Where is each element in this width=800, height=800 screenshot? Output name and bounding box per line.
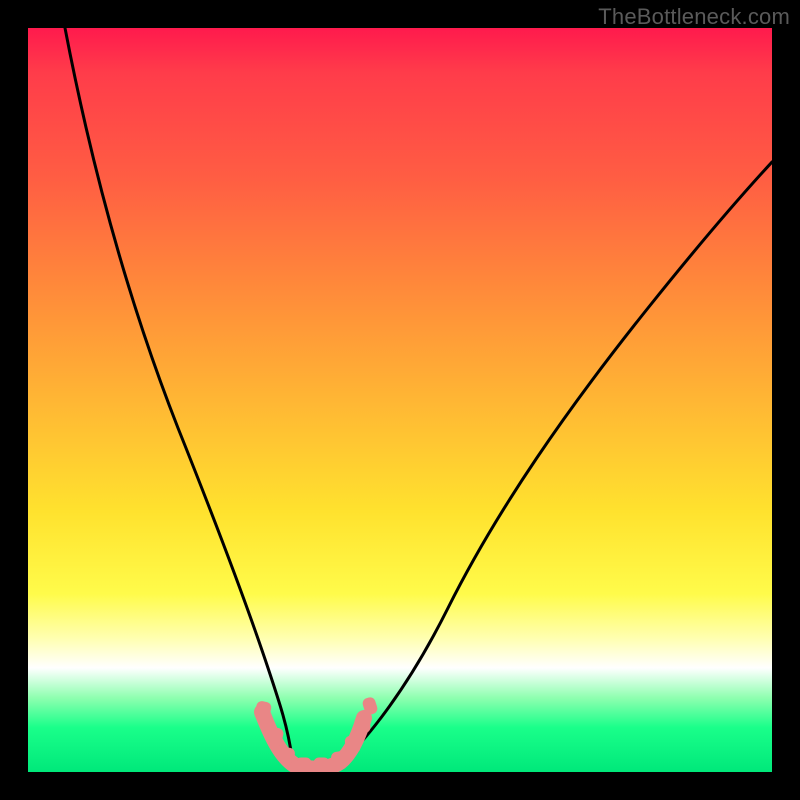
marker-dot <box>314 758 329 772</box>
right-curve <box>340 162 772 764</box>
chart-svg <box>28 28 772 772</box>
chart-area <box>28 28 772 772</box>
left-curve <box>65 28 292 758</box>
marker-dot <box>331 751 347 769</box>
outer-frame: TheBottleneck.com <box>0 0 800 800</box>
watermark-text: TheBottleneck.com <box>598 4 790 30</box>
marker-dot <box>296 758 311 772</box>
marker-dot <box>279 747 295 765</box>
